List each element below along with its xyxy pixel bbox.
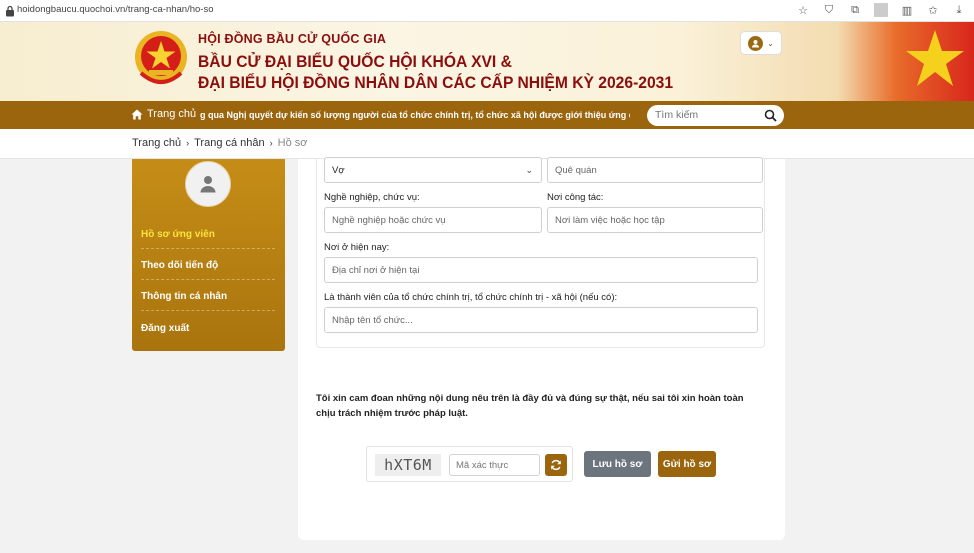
national-emblem-icon[interactable] bbox=[133, 29, 189, 89]
sidebar: Hồ sơ ứng viên Theo dõi tiến độ Thông ti… bbox=[132, 159, 285, 351]
sidebar-item-logout[interactable]: Đăng xuất bbox=[141, 323, 275, 342]
profile-form-panel: Vợ ⌄ Quê quán Nghề nghiệp, chức vụ: Nghề… bbox=[316, 157, 765, 348]
search-input[interactable] bbox=[655, 109, 765, 121]
lock-icon[interactable] bbox=[5, 5, 15, 17]
captcha-image: hXT6M bbox=[375, 454, 441, 476]
submit-profile-button[interactable]: Gửi hồ sơ bbox=[658, 451, 716, 477]
save-profile-button[interactable]: Lưu hồ sơ bbox=[584, 451, 651, 477]
home-icon bbox=[131, 109, 143, 119]
toolbar-divider bbox=[874, 3, 888, 17]
hometown-field[interactable]: Quê quán bbox=[547, 157, 763, 183]
chevron-right-icon: › bbox=[269, 138, 273, 148]
organization-name: HỘI ĐỒNG BẦU CỬ QUỐC GIA bbox=[198, 32, 387, 46]
sidebar-item-personal-info[interactable]: Thông tin cá nhân bbox=[141, 291, 275, 311]
search-icon[interactable] bbox=[764, 109, 777, 122]
sidebar-item-candidate-profile[interactable]: Hồ sơ ứng viên bbox=[141, 229, 275, 249]
occupation-label: Nghề nghiệp, chức vụ: bbox=[324, 192, 420, 203]
news-ticker[interactable]: g qua Nghị quyết dự kiến số lượng người … bbox=[200, 110, 630, 120]
breadcrumb-home[interactable]: Trang chủ bbox=[132, 137, 181, 149]
breadcrumb: Trang chủ › Trang cá nhân › Hồ sơ bbox=[132, 137, 308, 149]
relation-value: Vợ bbox=[332, 164, 345, 176]
page-title-line-2: ĐẠI BIỂU HỘI ĐỒNG NHÂN DÂN CÁC CẤP NHIỆM… bbox=[198, 73, 674, 92]
workplace-field[interactable]: Nơi làm việc hoặc học tập bbox=[547, 207, 763, 233]
breadcrumb-bar: Trang chủ › Trang cá nhân › Hồ sơ bbox=[0, 129, 974, 159]
relation-select[interactable]: Vợ ⌄ bbox=[324, 157, 542, 183]
download-icon[interactable]: ⤓ bbox=[952, 3, 966, 17]
page-title-line-1: BẦU CỬ ĐẠI BIỂU QUỐC HỘI KHÓA XVI & bbox=[198, 52, 512, 71]
split-view-icon[interactable]: ▥ bbox=[900, 3, 914, 17]
nav-home-label: Trang chủ bbox=[147, 108, 197, 120]
flag-star-icon bbox=[906, 30, 964, 86]
nav-home-link[interactable]: Trang chủ bbox=[131, 108, 196, 120]
chevron-right-icon: › bbox=[186, 138, 190, 148]
favorites-icon[interactable]: ✩ bbox=[926, 3, 940, 17]
search-box bbox=[647, 105, 784, 126]
user-avatar-icon bbox=[748, 35, 764, 51]
user-icon bbox=[200, 176, 216, 193]
organization-member-label: Là thành viên của tổ chức chính trị, tổ … bbox=[324, 292, 618, 303]
shield-icon[interactable]: ⛉ bbox=[822, 3, 836, 17]
breadcrumb-current: Hồ sơ bbox=[277, 137, 308, 149]
captcha-group: hXT6M Mã xác thực bbox=[366, 446, 573, 482]
chevron-down-icon: ⌄ bbox=[767, 38, 774, 48]
refresh-captcha-button[interactable] bbox=[545, 454, 567, 476]
main-content: Vợ ⌄ Quê quán Nghề nghiệp, chức vụ: Nghề… bbox=[298, 157, 785, 540]
user-menu-button[interactable]: ⌄ bbox=[740, 31, 782, 55]
avatar bbox=[185, 161, 231, 207]
declaration-text: Tôi xin cam đoan những nội dung nêu trên… bbox=[316, 393, 744, 419]
occupation-field[interactable]: Nghề nghiệp hoặc chức vụ bbox=[324, 207, 542, 233]
browser-actions: ☆ ⛉ ⧉ ▥ ✩ ⤓ bbox=[796, 3, 966, 17]
residence-field[interactable]: Địa chỉ nơi ở hiện tại bbox=[324, 257, 758, 283]
main-nav: Trang chủ g qua Nghị quyết dự kiến số lư… bbox=[0, 101, 974, 129]
site-header: HỘI ĐỒNG BẦU CỬ QUỐC GIA BẦU CỬ ĐẠI BIỂU… bbox=[0, 22, 974, 101]
breadcrumb-profile[interactable]: Trang cá nhân bbox=[194, 137, 265, 149]
star-icon[interactable]: ☆ bbox=[796, 3, 810, 17]
browser-toolbar: hoidongbaucu.quochoi.vn/trang-ca-nhan/ho… bbox=[0, 0, 974, 22]
refresh-icon bbox=[551, 459, 561, 471]
sidebar-item-track-progress[interactable]: Theo dõi tiến độ bbox=[141, 260, 275, 280]
address-bar[interactable]: hoidongbaucu.quochoi.vn/trang-ca-nhan/ho… bbox=[17, 4, 213, 15]
workplace-label: Nơi công tác: bbox=[547, 192, 604, 203]
captcha-input[interactable]: Mã xác thực bbox=[449, 454, 540, 476]
chevron-down-icon: ⌄ bbox=[525, 165, 533, 175]
extensions-icon[interactable]: ⧉ bbox=[848, 3, 862, 17]
residence-label: Nơi ở hiện nay: bbox=[324, 242, 390, 253]
organization-member-field[interactable]: Nhập tên tổ chức... bbox=[324, 307, 758, 333]
